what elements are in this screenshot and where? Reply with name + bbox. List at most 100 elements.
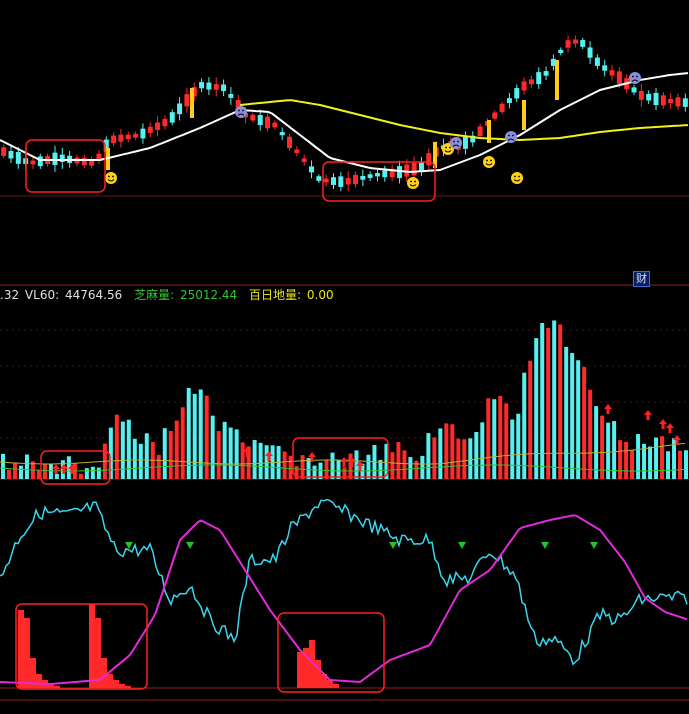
candle-body[interactable]	[477, 126, 483, 137]
candle-body[interactable]	[81, 157, 87, 166]
candle-body[interactable]	[309, 166, 315, 173]
candle-body[interactable]	[558, 49, 564, 54]
candle-body[interactable]	[265, 116, 271, 129]
volume-bar[interactable]	[48, 463, 53, 479]
volume-bar[interactable]	[78, 473, 83, 479]
volume-bar[interactable]	[264, 445, 269, 479]
volume-bar[interactable]	[504, 403, 509, 479]
candle-body[interactable]	[367, 174, 373, 178]
volume-bar[interactable]	[474, 431, 479, 479]
candle-body[interactable]	[250, 114, 256, 121]
candle-body[interactable]	[294, 149, 300, 153]
candle-body[interactable]	[279, 132, 285, 136]
candle-body[interactable]	[1, 147, 7, 156]
volume-bar[interactable]	[204, 395, 209, 479]
candle-body[interactable]	[221, 84, 227, 92]
candle-body[interactable]	[52, 152, 58, 166]
buy-smiley-icon[interactable]	[511, 172, 523, 184]
volume-bar[interactable]	[534, 338, 539, 479]
volume-bar[interactable]	[408, 457, 413, 479]
volume-bar[interactable]	[570, 352, 575, 479]
buy-smiley-icon[interactable]	[483, 156, 495, 168]
candle-body[interactable]	[543, 71, 549, 76]
volume-bar[interactable]	[90, 466, 95, 479]
volume-bar[interactable]	[192, 393, 197, 479]
sell-frown-icon[interactable]	[629, 72, 641, 84]
volume-bar[interactable]	[552, 320, 557, 479]
volume-bar[interactable]	[18, 465, 23, 479]
candle-body[interactable]	[352, 174, 358, 185]
candle-body[interactable]	[360, 175, 366, 180]
candle-body[interactable]	[147, 126, 153, 133]
candle-body[interactable]	[616, 71, 622, 84]
candle-body[interactable]	[631, 87, 637, 93]
volume-bar[interactable]	[684, 450, 689, 479]
volume-bar[interactable]	[480, 422, 485, 479]
candle-body[interactable]	[580, 39, 586, 47]
candle-body[interactable]	[492, 112, 498, 119]
volume-bar[interactable]	[174, 420, 179, 479]
sell-frown-icon[interactable]	[450, 137, 462, 149]
volume-bar[interactable]	[618, 440, 623, 479]
volume-bar[interactable]	[564, 346, 569, 479]
candle-body[interactable]	[528, 79, 534, 85]
candle-body[interactable]	[272, 122, 278, 128]
volume-bar[interactable]	[180, 407, 185, 479]
volume-bar[interactable]	[498, 395, 503, 479]
volume-bar[interactable]	[630, 450, 635, 479]
candle-body[interactable]	[506, 98, 512, 103]
volume-bar[interactable]	[366, 454, 371, 479]
candle-body[interactable]	[418, 162, 424, 171]
volume-bar[interactable]	[282, 451, 287, 479]
candle-body[interactable]	[257, 115, 263, 126]
volume-bar[interactable]	[216, 431, 221, 479]
buy-smiley-icon[interactable]	[407, 177, 419, 189]
volume-bar[interactable]	[0, 453, 5, 479]
volume-bar[interactable]	[168, 431, 173, 479]
volume-bar[interactable]	[438, 428, 443, 479]
candle-body[interactable]	[638, 90, 644, 100]
volume-bar[interactable]	[636, 434, 641, 479]
volume-bar[interactable]	[132, 438, 137, 479]
candle-body[interactable]	[536, 72, 542, 85]
candle-body[interactable]	[668, 98, 674, 104]
volume-bar[interactable]	[258, 442, 263, 479]
volume-bar[interactable]	[516, 413, 521, 479]
candle-body[interactable]	[499, 103, 505, 112]
volume-bar[interactable]	[432, 437, 437, 479]
candle-body[interactable]	[646, 93, 652, 101]
candle-body[interactable]	[15, 152, 21, 164]
candle-body-signal[interactable]	[555, 60, 559, 100]
volume-bar[interactable]	[588, 389, 593, 479]
sell-frown-icon[interactable]	[505, 131, 517, 143]
candle-body[interactable]	[345, 178, 351, 185]
volume-bar[interactable]	[486, 398, 491, 479]
volume-bar[interactable]	[252, 440, 257, 479]
volume-bar[interactable]	[510, 419, 515, 479]
candle-body[interactable]	[594, 57, 600, 66]
volume-bar[interactable]	[600, 415, 605, 479]
volume-bar[interactable]	[648, 446, 653, 479]
candle-body[interactable]	[184, 94, 190, 107]
candle-body[interactable]	[331, 177, 337, 185]
candle-body[interactable]	[382, 170, 388, 178]
volume-bar[interactable]	[336, 460, 341, 479]
candle-body[interactable]	[411, 162, 417, 176]
candle-body[interactable]	[133, 133, 139, 138]
volume-bar[interactable]	[126, 419, 131, 479]
candle-body[interactable]	[177, 103, 183, 115]
sell-frown-icon[interactable]	[235, 106, 247, 118]
candle-body[interactable]	[426, 153, 432, 166]
volume-bar[interactable]	[594, 406, 599, 479]
candle-body[interactable]	[338, 176, 344, 187]
volume-bar[interactable]	[222, 421, 227, 479]
volume-bar[interactable]	[576, 360, 581, 479]
candle-body[interactable]	[462, 136, 468, 149]
volume-bar[interactable]	[402, 450, 407, 479]
candle-body[interactable]	[30, 160, 36, 165]
volume-bar[interactable]	[306, 458, 311, 479]
volume-bar[interactable]	[144, 433, 149, 479]
buy-smiley-icon[interactable]	[105, 172, 117, 184]
candle-body[interactable]	[8, 151, 14, 159]
volume-bar[interactable]	[210, 415, 215, 479]
